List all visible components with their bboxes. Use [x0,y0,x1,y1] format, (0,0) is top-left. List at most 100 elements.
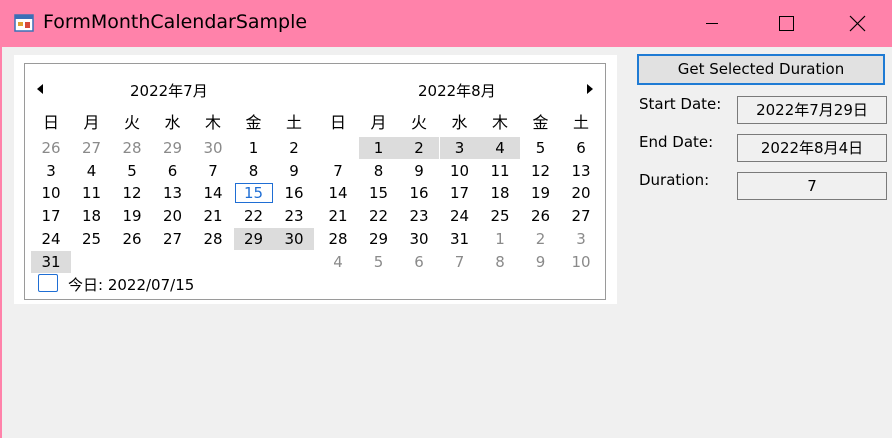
calendar-day[interactable]: 15 [359,182,399,204]
calendar-day[interactable]: 24 [440,205,480,227]
end-date-field[interactable]: 2022年8月4日 [737,134,887,162]
calendar-day[interactable]: 1 [234,137,274,159]
calendar-day[interactable]: 9 [399,160,439,182]
calendar-day[interactable]: 16 [274,182,314,204]
calendar-day[interactable]: 4 [480,137,520,159]
calendar-day[interactable]: 7 [193,160,233,182]
calendar-day[interactable]: 1 [480,228,520,250]
calendar-day[interactable]: 4 [318,251,358,273]
calendar-day[interactable]: 21 [193,205,233,227]
calendar-day[interactable]: 30 [193,137,233,159]
calendar-day[interactable]: 31 [440,228,480,250]
next-month-icon[interactable] [584,82,596,96]
calendar-day[interactable]: 13 [561,160,601,182]
calendar-day[interactable]: 6 [561,137,601,159]
calendar-day[interactable]: 22 [234,205,274,227]
calendar-day[interactable]: 1 [358,137,399,159]
calendar-day[interactable]: 11 [480,160,520,182]
close-icon [849,15,866,32]
calendar-day[interactable]: 10 [31,182,71,204]
title-bar[interactable]: FormMonthCalendarSample [0,0,892,47]
calendar-day[interactable]: 30 [399,228,439,250]
calendar-day[interactable]: 12 [521,160,561,182]
calendar-day[interactable]: 26 [112,228,152,250]
calendar-day[interactable]: 27 [72,137,112,159]
month-title-august[interactable]: 2022年8月 [418,80,496,101]
calendar-day[interactable]: 11 [72,182,112,204]
calendar-day[interactable]: 5 [521,137,561,159]
calendar-day[interactable]: 15 [234,182,274,204]
calendar-day[interactable]: 26 [521,205,561,227]
calendar-day[interactable]: 8 [234,160,274,182]
weekday-header: 火 [410,113,427,132]
get-selected-duration-button[interactable]: Get Selected Duration [637,54,885,85]
calendar-day[interactable]: 9 [521,251,561,273]
calendar-day[interactable]: 7 [318,160,358,182]
calendar-day[interactable]: 3 [31,160,71,182]
maximize-icon [779,16,794,31]
calendar-day[interactable]: 19 [112,205,152,227]
calendar-day[interactable]: 24 [31,228,71,250]
calendar-day[interactable]: 31 [31,250,71,273]
calendar-day[interactable]: 18 [72,205,112,227]
calendar-day[interactable]: 4 [72,160,112,182]
calendar-day[interactable]: 25 [72,228,112,250]
maximize-button[interactable] [750,0,822,47]
calendar-day[interactable]: 10 [440,160,480,182]
weekday-header: 月 [83,113,100,132]
calendar-day[interactable]: 8 [359,160,399,182]
calendar-day[interactable]: 18 [480,182,520,204]
calendar-day[interactable]: 3 [439,137,480,159]
calendar-day[interactable]: 19 [521,182,561,204]
start-date-field[interactable]: 2022年7月29日 [737,96,887,124]
weekday-header: 火 [123,113,140,132]
calendar-day[interactable]: 14 [318,182,358,204]
month-title-july[interactable]: 2022年7月 [130,80,208,101]
weekday-header: 水 [451,113,468,132]
calendar-day[interactable]: 21 [318,205,358,227]
calendar-day[interactable]: 2 [399,137,439,159]
duration-field[interactable]: 7 [737,172,887,200]
calendar-day[interactable]: 26 [31,137,71,159]
calendar-day[interactable]: 3 [561,228,601,250]
weekday-header: 木 [204,113,221,132]
calendar-day[interactable]: 23 [399,205,439,227]
calendar-day[interactable]: 8 [480,251,520,273]
calendar-day[interactable]: 6 [399,251,439,273]
minimize-icon [706,23,718,24]
window-border [0,47,2,438]
calendar-day[interactable]: 14 [193,182,233,204]
calendar-day[interactable]: 29 [233,227,274,250]
calendar-day[interactable]: 5 [112,160,152,182]
calendar-day[interactable]: 9 [274,160,314,182]
calendar-day[interactable]: 2 [274,137,314,159]
calendar-day[interactable]: 27 [561,205,601,227]
calendar-day[interactable]: 10 [561,251,601,273]
calendar-day[interactable]: 25 [480,205,520,227]
calendar-day[interactable]: 20 [153,205,193,227]
calendar-day[interactable]: 7 [440,251,480,273]
calendar-day[interactable]: 17 [440,182,480,204]
calendar-day[interactable]: 29 [359,228,399,250]
minimize-button[interactable] [676,0,748,47]
calendar-day[interactable]: 5 [359,251,399,273]
calendar-day[interactable]: 30 [274,227,314,250]
weekday-header: 土 [572,113,589,132]
calendar-day[interactable]: 2 [521,228,561,250]
previous-month-icon[interactable] [34,82,46,96]
calendar-day[interactable]: 27 [153,228,193,250]
calendar-day[interactable]: 13 [153,182,193,204]
close-button[interactable] [821,0,892,47]
calendar-day[interactable]: 22 [359,205,399,227]
calendar-day[interactable]: 17 [31,205,71,227]
calendar-day[interactable]: 29 [153,137,193,159]
calendar-day[interactable]: 20 [561,182,601,204]
today-link[interactable]: 今日: 2022/07/15 [68,274,194,295]
calendar-day[interactable]: 23 [274,205,314,227]
calendar-day[interactable]: 28 [318,228,358,250]
calendar-day[interactable]: 6 [153,160,193,182]
calendar-day[interactable]: 16 [399,182,439,204]
calendar-day[interactable]: 28 [112,137,152,159]
calendar-day[interactable]: 12 [112,182,152,204]
calendar-day[interactable]: 28 [193,228,233,250]
